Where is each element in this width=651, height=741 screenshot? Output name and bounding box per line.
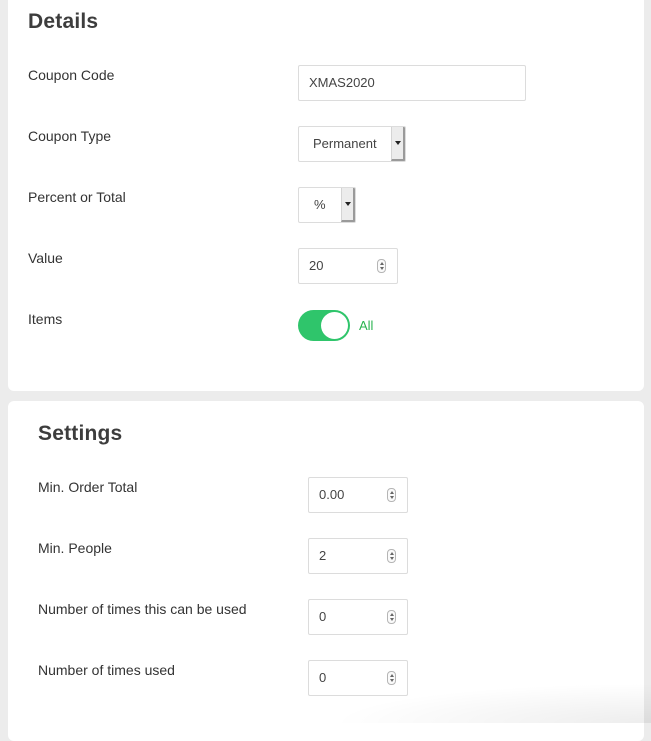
chevron-down-icon[interactable]	[341, 188, 355, 222]
times-can-be-used-label: Number of times this can be used	[38, 601, 247, 617]
toggle-knob	[321, 312, 348, 339]
spinner-icon[interactable]	[387, 610, 396, 624]
coupon-type-value: Permanent	[299, 127, 391, 161]
coupon-code-label: Coupon Code	[28, 67, 114, 83]
coupon-code-row: Coupon Code XMAS2020	[8, 65, 644, 101]
items-toggle[interactable]	[298, 310, 350, 341]
spinner-icon[interactable]	[387, 549, 396, 563]
settings-card: Settings Min. Order Total 0.00 Min. Peop…	[8, 401, 644, 741]
min-people-label: Min. People	[38, 540, 112, 556]
coupon-type-label: Coupon Type	[28, 128, 111, 144]
times-can-be-used-input[interactable]: 0	[308, 599, 408, 635]
value-row: Value 20	[8, 248, 644, 284]
min-order-total-input[interactable]: 0.00	[308, 477, 408, 513]
times-can-be-used-value: 0	[319, 609, 326, 624]
value-label: Value	[28, 250, 63, 266]
settings-title: Settings	[38, 422, 122, 446]
min-order-total-value: 0.00	[319, 487, 344, 502]
min-people-row: Min. People 2	[8, 538, 644, 574]
times-can-be-used-row: Number of times this can be used 0	[8, 599, 644, 635]
details-card: Details Coupon Code XMAS2020 Coupon Type…	[8, 0, 644, 391]
percent-or-total-row: Percent or Total %	[8, 187, 644, 223]
value-input-value: 20	[309, 258, 323, 273]
details-title: Details	[28, 10, 98, 34]
chevron-down-icon[interactable]	[391, 127, 405, 161]
times-used-row: Number of times used 0	[8, 660, 644, 696]
value-input[interactable]: 20	[298, 248, 398, 284]
spinner-icon[interactable]	[387, 488, 396, 502]
percent-or-total-value: %	[299, 188, 341, 222]
percent-or-total-label: Percent or Total	[28, 189, 126, 205]
times-used-label: Number of times used	[38, 662, 175, 678]
coupon-code-input[interactable]: XMAS2020	[298, 65, 526, 101]
spinner-icon[interactable]	[377, 259, 386, 273]
times-used-input[interactable]: 0	[308, 660, 408, 696]
min-people-input[interactable]: 2	[308, 538, 408, 574]
items-label: Items	[28, 311, 62, 327]
min-order-total-row: Min. Order Total 0.00	[8, 477, 644, 513]
times-used-value: 0	[319, 670, 326, 685]
percent-or-total-select[interactable]: %	[298, 187, 356, 223]
items-toggle-group: All	[289, 309, 373, 341]
items-toggle-label: All	[359, 318, 373, 333]
items-row: Items All	[8, 309, 644, 345]
min-order-total-label: Min. Order Total	[38, 479, 137, 495]
coupon-type-select[interactable]: Permanent	[298, 126, 406, 162]
coupon-type-row: Coupon Type Permanent	[8, 126, 644, 162]
min-people-value: 2	[319, 548, 326, 563]
spinner-icon[interactable]	[387, 671, 396, 685]
